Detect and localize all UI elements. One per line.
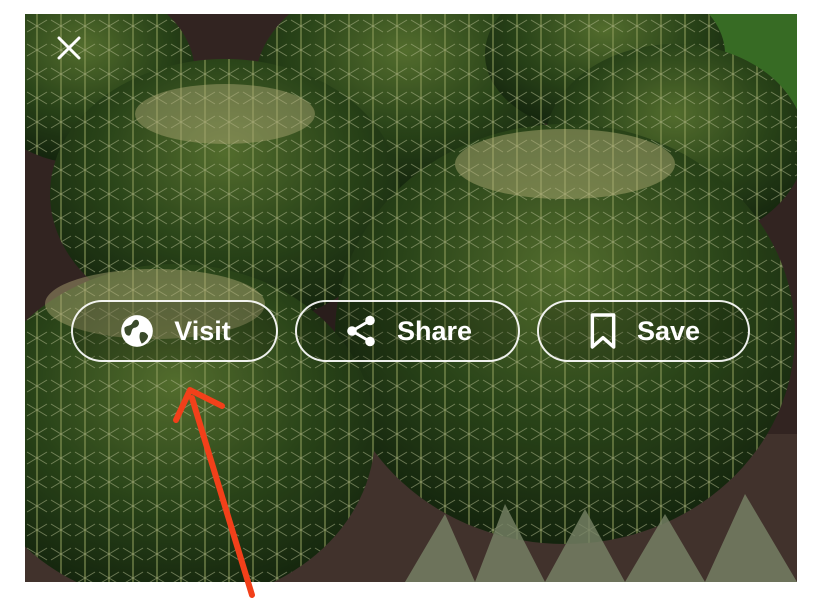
save-label: Save <box>636 315 701 346</box>
visit-button[interactable]: Visit <box>71 300 278 362</box>
share-icon <box>343 312 379 350</box>
globe-icon <box>118 312 156 350</box>
save-button[interactable]: Save <box>537 300 750 362</box>
close-button[interactable] <box>55 34 83 62</box>
share-button[interactable]: Share <box>295 300 520 362</box>
visit-label: Visit <box>174 315 231 346</box>
image-viewer: Visit Share Save <box>25 14 797 582</box>
share-label: Share <box>396 315 473 346</box>
close-icon <box>57 36 81 60</box>
bookmark-icon <box>587 311 619 351</box>
image-dim-overlay <box>25 14 797 582</box>
